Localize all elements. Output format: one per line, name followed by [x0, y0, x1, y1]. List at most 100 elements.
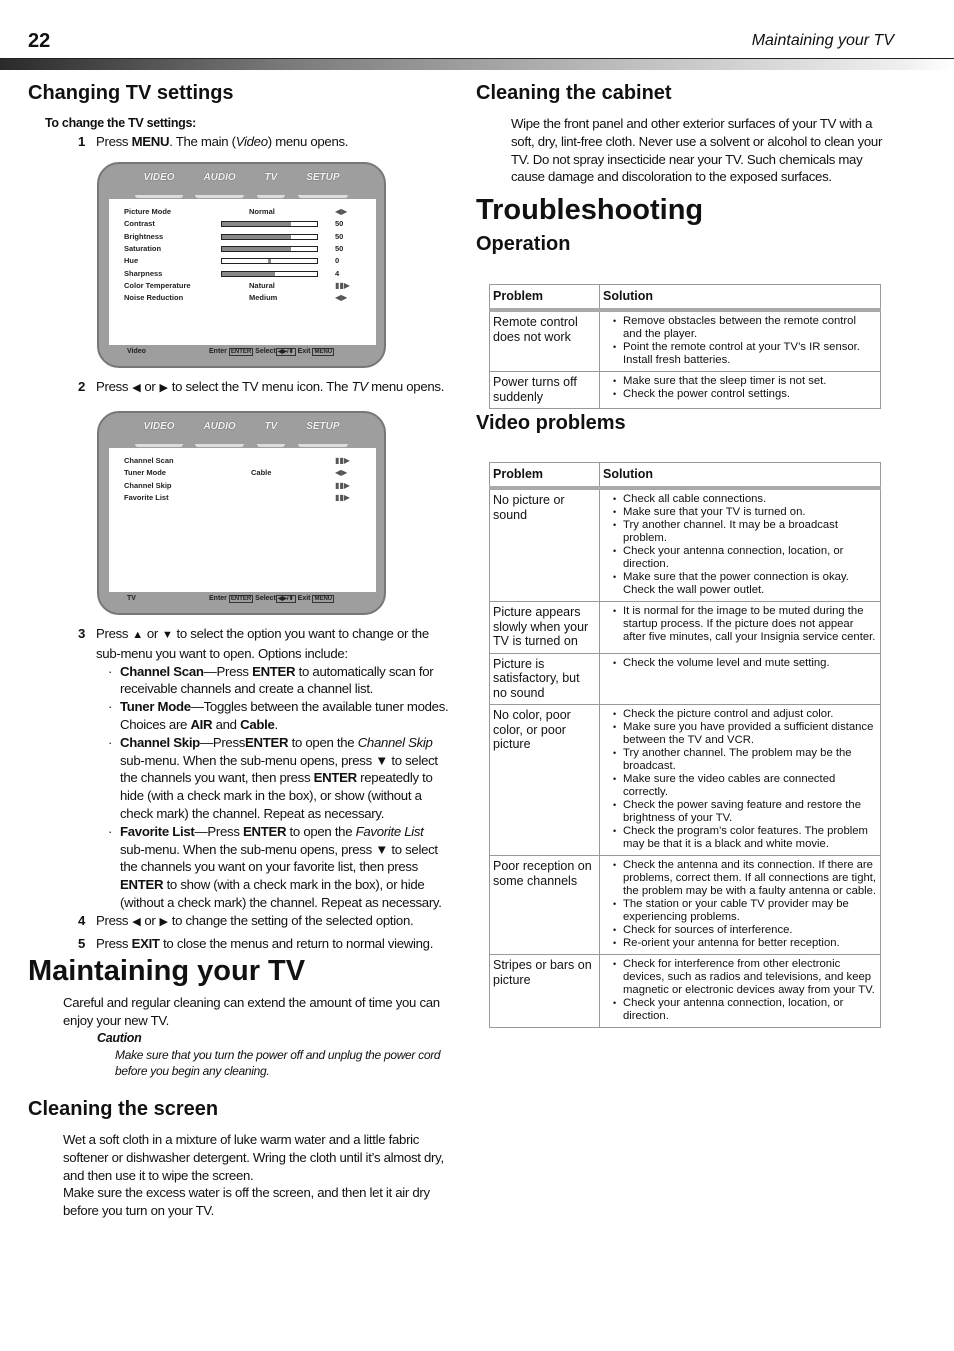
submenu-arrow-icon: ▮▮▶ — [335, 456, 350, 465]
caution-text: Make sure that you turn the power off an… — [115, 1048, 441, 1079]
solution-item: Re-orient your antenna for better recept… — [613, 937, 877, 950]
solution-item: Make sure that your TV is turned on. — [613, 506, 877, 519]
col-solution: Solution — [599, 462, 881, 490]
menu-item-label: Sharpness — [124, 268, 163, 278]
left-right-arrow-icon: ◀▶ — [335, 207, 348, 216]
video-menu-list: Picture Mode Normal ◀▶ Contrast 50 Brightness… — [109, 199, 376, 345]
tab-tv: TV — [256, 419, 286, 447]
cleaning-screen-p2: Make sure the excess water is off the sc… — [63, 1185, 430, 1219]
operation-table: Problem Solution Remote control does not … — [489, 284, 881, 409]
tab-audio: AUDIO — [195, 170, 244, 198]
menu-item-value: Natural — [249, 280, 275, 290]
submenu-arrow-icon: ▮▮▶ — [335, 280, 350, 290]
tv-menu-list: Channel Scan ▮▮▶ Tuner Mode Cable ◀▶ Channel … — [109, 448, 376, 592]
operation-heading: Operation — [476, 233, 571, 256]
page-number: 22 — [28, 30, 51, 52]
level-slider — [221, 233, 318, 240]
solution-item: Check for interference from other electr… — [613, 958, 877, 997]
cleaning-cabinet-section: Cleaning the cabinet Wipe the front pane… — [476, 82, 896, 256]
maintaining-section: Maintaining your TV Careful and regular … — [28, 955, 448, 1079]
solution-cell: Check the antenna and its connection. If… — [599, 855, 881, 955]
solution-cell: Check the volume level and mute setting. — [599, 652, 881, 705]
step-4: 4 Press ◀ or ▶ to change the setting of the … — [78, 912, 450, 932]
problem-cell: Power turns off suddenly — [489, 371, 600, 409]
video-problems-heading: Video problems — [476, 412, 626, 434]
solution-item: Check your antenna connection, location,… — [613, 545, 877, 571]
cleaning-screen-p1: Wet a soft cloth in a mixture of luke wa… — [63, 1132, 444, 1183]
menu-item-value: Medium — [249, 293, 278, 303]
cleaning-cabinet-heading: Cleaning the cabinet — [476, 82, 672, 104]
menu-item-label: Contrast — [124, 219, 155, 229]
solution-cell: Check the picture control and adjust col… — [599, 704, 881, 856]
table-row: No picture or soundCheck all cable conne… — [489, 487, 881, 602]
solution-item: Remove obstacles between the remote cont… — [613, 315, 877, 341]
procedure-title: To change the TV settings: — [45, 116, 197, 130]
menu-item-label: Channel Skip — [124, 480, 172, 490]
menu-item-label: Noise Reduction — [124, 293, 184, 303]
solution-item: The station or your cable TV provider ma… — [613, 898, 877, 924]
running-title: Maintaining your TV — [751, 32, 894, 49]
submenu-arrow-icon: ▮▮▶ — [335, 492, 350, 502]
level-value: 50 — [335, 231, 344, 241]
level-value: 4 — [335, 268, 340, 278]
solution-item: Check the program's color features. The … — [613, 825, 877, 851]
solution-cell: Check for interference from other electr… — [599, 954, 881, 1028]
left-right-arrow-icon: ◀▶ — [335, 468, 348, 478]
video-problems-table: ProblemSolution No picture or soundCheck… — [489, 462, 881, 1028]
tab-audio: AUDIO — [195, 419, 244, 447]
tab-tv: TV — [256, 170, 286, 198]
col-solution: Solution — [599, 284, 881, 312]
video-problems-section: Video problems — [476, 412, 626, 435]
level-slider — [221, 270, 318, 277]
left-column: Changing TV settings To change the TV se… — [28, 82, 448, 151]
menu-item-label: Color Temperature — [124, 280, 191, 290]
step-5: 5 Press EXIT to close the menus and retu… — [78, 935, 434, 951]
solution-item: Make sure you have provided a sufficient… — [613, 721, 877, 747]
tab-setup: SETUP — [298, 419, 348, 447]
tab-video: VIDEO — [135, 170, 183, 198]
solution-item: Make sure the video cables are connected… — [613, 773, 877, 799]
cleaning-screen-section: Cleaning the screen Wet a soft cloth in … — [28, 1098, 448, 1220]
menu-item-value: Normal — [249, 207, 275, 216]
header-gradient-bar — [0, 58, 954, 70]
left-right-arrow-icon: ◀▶ — [335, 293, 348, 303]
table-row: No color, poor color, or poor picture Che… — [489, 704, 881, 856]
solution-item: Check the antenna and its connection. If… — [613, 859, 877, 898]
tv-menu-footer: TV Enter ENTER Select ◀▶/⬍ Exit MENU — [127, 595, 335, 603]
solution-item: Point the remote control at your TV’s IR… — [613, 341, 877, 367]
problem-cell: Remote control does not work — [489, 309, 600, 372]
option-tuner-mode: · Tuner Mode—Toggles between the availabl… — [108, 699, 449, 732]
tv-menu-screenshot: VIDEO AUDIO TV SETUP Channel Scan ▮▮▶ Tune… — [97, 411, 386, 615]
table-row: Remote control does not work Remove obsta… — [489, 309, 881, 372]
submenu-arrow-icon: ▮▮▶ — [335, 480, 350, 490]
solution-cell: Make sure that the sleep timer is not se… — [599, 371, 881, 409]
changing-settings-heading: Changing TV settings — [28, 82, 234, 104]
solution-item: Check for sources of interference. — [613, 924, 877, 937]
level-slider — [221, 221, 318, 228]
tab-setup: SETUP — [298, 170, 348, 198]
step-1: 1 Press MENU. The main (Video) menu open… — [78, 133, 349, 149]
table-row: Picture is satisfactory, but no sound Che… — [489, 652, 881, 705]
menu-tabs: VIDEO AUDIO TV SETUP — [99, 170, 384, 198]
up-arrow-icon: ▲ — [132, 629, 143, 641]
video-menu-screenshot: VIDEO AUDIO TV SETUP Picture Mode Normal ◀… — [97, 162, 386, 368]
option-channel-scan: · Channel Scan—Press ENTER to automatical… — [108, 663, 434, 697]
table-row: Picture appears slowly when your TV is t… — [489, 601, 881, 654]
caution-title: Caution — [97, 1030, 142, 1045]
solution-item: Check the power control settings. — [613, 388, 877, 401]
tab-video: VIDEO — [135, 419, 183, 447]
video-menu-footer: Video Enter ENTER Select ◀▶/⬍ Exit MENU — [127, 348, 335, 356]
menu-item-label: Hue — [124, 256, 139, 266]
left-arrow-icon: ◀ — [132, 915, 141, 928]
option-favorite-list: · Favorite List—Press ENTER to open the F… — [108, 823, 442, 910]
menu-item-label: Brightness — [124, 231, 164, 241]
menu-item-label: Channel Scan — [124, 456, 174, 465]
solution-item: It is normal for the image to be muted d… — [613, 605, 877, 644]
solution-item: Try another channel. It may be a broadca… — [613, 519, 877, 545]
level-slider — [221, 258, 318, 265]
solution-item: Make sure that the power connection is o… — [613, 571, 877, 597]
right-arrow-icon: ▶ — [159, 915, 168, 928]
solution-item: Make sure that the sleep timer is not se… — [613, 375, 877, 388]
menu-item-label: Favorite List — [124, 492, 169, 502]
solution-item: Check all cable connections. — [613, 493, 877, 506]
